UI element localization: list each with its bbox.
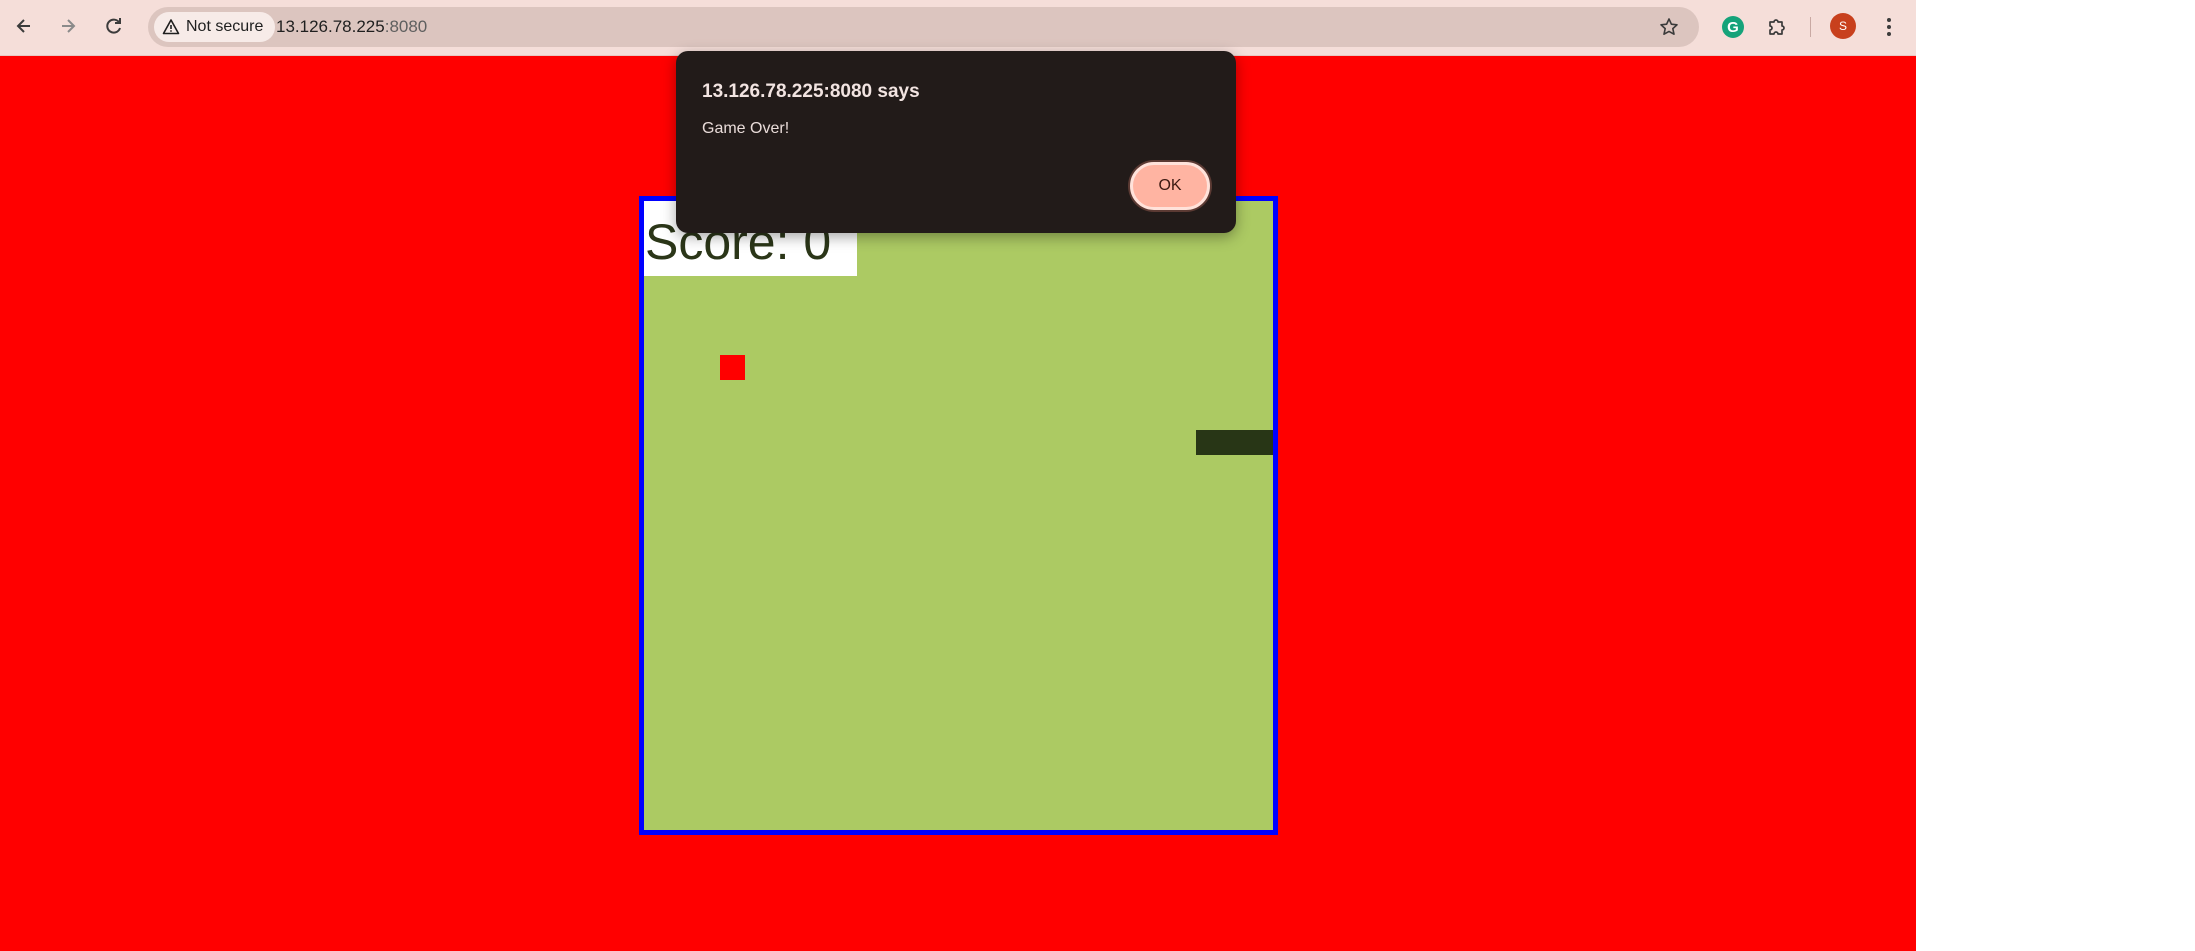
url-host: 13.126.78.225 — [276, 17, 385, 36]
security-label: Not secure — [186, 18, 264, 35]
grammarly-icon: G — [1722, 16, 1744, 38]
profile-avatar[interactable]: S — [1830, 13, 1856, 39]
reload-button[interactable] — [98, 10, 130, 42]
reload-icon — [106, 18, 121, 34]
bookmark-star-button[interactable] — [1657, 15, 1681, 39]
extensions-button[interactable] — [1762, 12, 1792, 42]
back-arrow-icon — [16, 19, 30, 33]
game-board[interactable]: Score: 0 — [639, 196, 1278, 835]
food-pellet — [720, 355, 745, 380]
ok-button[interactable]: OK — [1130, 162, 1210, 210]
url-port: :8080 — [384, 17, 428, 36]
toolbar-divider — [1810, 17, 1811, 37]
alert-message: Game Over! — [702, 120, 790, 137]
security-chip[interactable]: Not secure — [154, 12, 276, 42]
back-button[interactable] — [8, 10, 40, 42]
snake-body — [1196, 430, 1273, 455]
alert-dialog: 13.126.78.225:8080 says Game Over! OK — [676, 51, 1236, 233]
url-text[interactable]: 13.126.78.225:8080 — [276, 7, 427, 47]
grammarly-extension-button[interactable]: G — [1718, 12, 1748, 42]
warning-icon — [162, 19, 180, 35]
address-bar[interactable]: Not secure 13.126.78.225:8080 — [148, 7, 1699, 47]
browser-toolbar: Not secure 13.126.78.225:8080 G S — [0, 0, 1916, 56]
forward-button[interactable] — [52, 10, 84, 42]
forward-arrow-icon — [62, 19, 76, 33]
puzzle-icon — [1769, 19, 1785, 35]
more-vert-icon — [1887, 18, 1891, 36]
alert-title: 13.126.78.225:8080 says — [702, 81, 920, 102]
star-icon — [1660, 18, 1678, 35]
browser-window: Not secure 13.126.78.225:8080 G S Score:… — [0, 0, 1916, 951]
browser-menu-button[interactable] — [1874, 12, 1904, 42]
